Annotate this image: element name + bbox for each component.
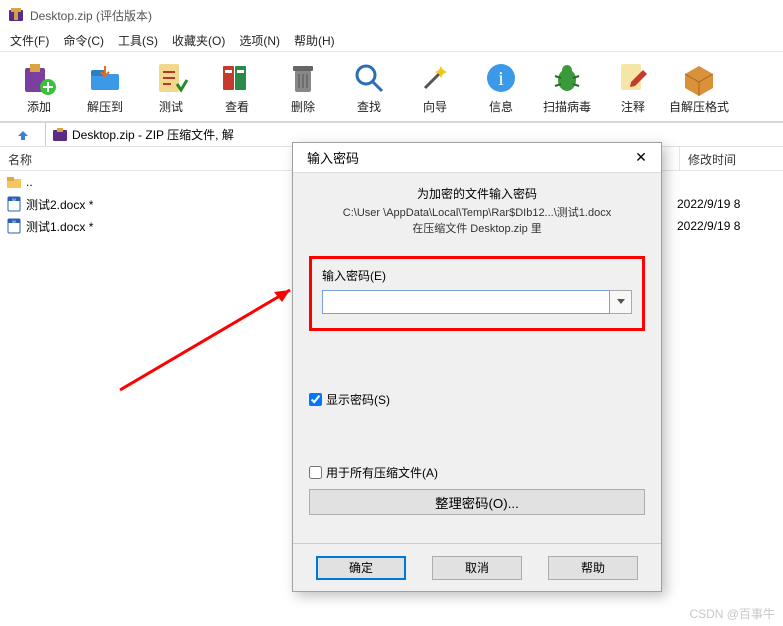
tool-wizard-label: 向导 — [423, 98, 447, 115]
svg-text:W: W — [12, 219, 16, 224]
dialog-header: 为加密的文件输入密码 — [309, 185, 645, 202]
tool-info-label: 信息 — [489, 98, 513, 115]
svg-text:i: i — [498, 68, 504, 90]
menu-tools[interactable]: 工具(S) — [112, 30, 164, 51]
show-password-checkbox[interactable]: 显示密码(S) — [309, 391, 645, 408]
password-dialog: 输入密码 ✕ 为加密的文件输入密码 C:\User \AppData\Local… — [292, 142, 662, 592]
tool-wizard[interactable]: 向导 — [402, 56, 468, 121]
bug-icon — [549, 60, 585, 96]
help-button[interactable]: 帮助 — [548, 556, 638, 580]
tool-add[interactable]: 添加 — [6, 56, 72, 121]
tool-view-label: 查看 — [225, 98, 249, 115]
test-icon — [153, 60, 189, 96]
nav-up-button[interactable] — [0, 123, 46, 146]
comment-icon — [615, 60, 651, 96]
show-password-input[interactable] — [309, 393, 322, 406]
address-path[interactable]: Desktop.zip - ZIP 压缩文件, 解 — [46, 126, 240, 143]
tool-sfx[interactable]: 自解压格式 — [666, 56, 732, 121]
search-icon — [351, 60, 387, 96]
archive-add-icon — [21, 60, 57, 96]
col-modified[interactable]: 修改时间 — [680, 147, 783, 170]
dialog-body: 为加密的文件输入密码 C:\User \AppData\Local\Temp\R… — [293, 173, 661, 543]
watermark: CSDN @百事牛 — [689, 605, 775, 622]
password-label: 输入密码(E) — [322, 267, 632, 284]
folder-up-icon — [6, 174, 22, 190]
tool-view[interactable]: 查看 — [204, 56, 270, 121]
tool-sfx-label: 自解压格式 — [669, 98, 729, 115]
menu-help[interactable]: 帮助(H) — [288, 30, 341, 51]
ok-button[interactable]: 确定 — [316, 556, 406, 580]
tool-comment-label: 注释 — [621, 98, 645, 115]
svg-text:W: W — [12, 197, 16, 202]
password-highlight-box: 输入密码(E) — [309, 256, 645, 331]
tool-delete-label: 删除 — [291, 98, 315, 115]
window-title: Desktop.zip (评估版本) — [30, 7, 152, 24]
view-icon — [219, 60, 255, 96]
tool-virus[interactable]: 扫描病毒 — [534, 56, 600, 121]
file-date: 2022/9/19 8 — [677, 219, 777, 233]
cancel-button[interactable]: 取消 — [432, 556, 522, 580]
toolbar: 添加 解压到 测试 查看 删除 查找 向导 i 信息 扫描病毒 注释 自解压格式 — [0, 52, 783, 123]
annotation-arrow — [110, 270, 310, 400]
chevron-down-icon — [617, 299, 625, 305]
tool-find[interactable]: 查找 — [336, 56, 402, 121]
doc-icon: W — [6, 218, 22, 234]
tool-find-label: 查找 — [357, 98, 381, 115]
tool-info[interactable]: i 信息 — [468, 56, 534, 121]
dialog-titlebar: 输入密码 ✕ — [293, 143, 661, 173]
tool-extract-label: 解压到 — [87, 98, 123, 115]
menu-file[interactable]: 文件(F) — [4, 30, 55, 51]
tool-test-label: 测试 — [159, 98, 183, 115]
app-icon — [8, 7, 24, 23]
tool-add-label: 添加 — [27, 98, 51, 115]
menu-favorites[interactable]: 收藏夹(O) — [166, 30, 231, 51]
window-titlebar: Desktop.zip (评估版本) — [0, 0, 783, 30]
tool-extract[interactable]: 解压到 — [72, 56, 138, 121]
folder-extract-icon — [87, 60, 123, 96]
manage-passwords-button[interactable]: 整理密码(O)... — [309, 489, 645, 515]
tool-comment[interactable]: 注释 — [600, 56, 666, 121]
dialog-filepath: C:\User \AppData\Local\Temp\Rar$DIb12...… — [309, 204, 645, 220]
use-all-label: 用于所有压缩文件(A) — [326, 464, 438, 481]
use-all-checkbox[interactable]: 用于所有压缩文件(A) — [309, 464, 645, 481]
dialog-footer: 确定 取消 帮助 — [293, 543, 661, 591]
tool-delete[interactable]: 删除 — [270, 56, 336, 121]
file-date: 2022/9/19 8 — [677, 197, 777, 211]
tool-virus-label: 扫描病毒 — [543, 98, 591, 115]
archive-icon — [52, 127, 68, 143]
menu-command[interactable]: 命令(C) — [57, 30, 110, 51]
menu-options[interactable]: 选项(N) — [233, 30, 286, 51]
info-icon: i — [483, 60, 519, 96]
trash-icon — [285, 60, 321, 96]
doc-icon: W — [6, 196, 22, 212]
tool-test[interactable]: 测试 — [138, 56, 204, 121]
box-icon — [681, 60, 717, 96]
menu-bar: 文件(F) 命令(C) 工具(S) 收藏夹(O) 选项(N) 帮助(H) — [0, 30, 783, 52]
wand-icon — [417, 60, 453, 96]
address-text: Desktop.zip - ZIP 压缩文件, 解 — [72, 126, 234, 143]
password-input[interactable] — [322, 290, 610, 314]
close-button[interactable]: ✕ — [629, 149, 653, 166]
show-password-label: 显示密码(S) — [326, 391, 390, 408]
use-all-input[interactable] — [309, 466, 322, 479]
dialog-title: 输入密码 — [307, 148, 629, 167]
dialog-archive-line: 在压缩文件 Desktop.zip 里 — [309, 220, 645, 236]
password-dropdown-button[interactable] — [610, 290, 632, 314]
